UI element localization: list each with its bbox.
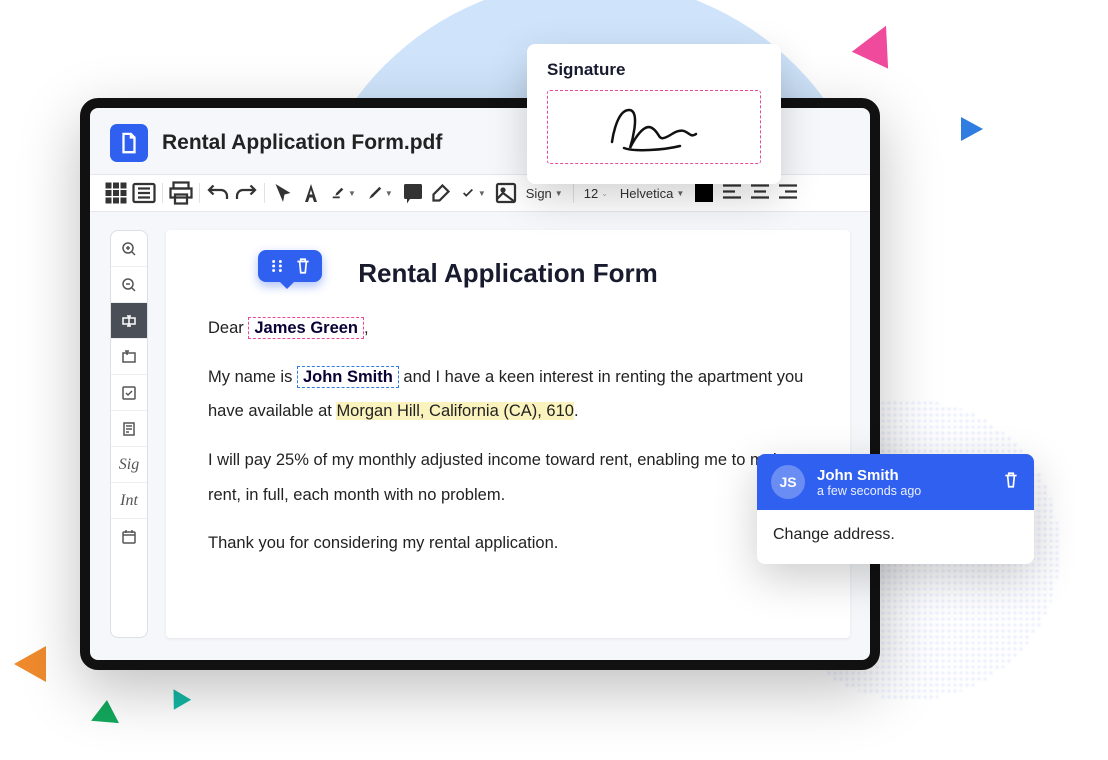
sign-dropdown[interactable]: Sign▼: [522, 186, 567, 201]
intro-end: .: [574, 402, 579, 420]
document-page[interactable]: Rental Application Form Dear James Green…: [166, 230, 850, 638]
delete-icon[interactable]: [294, 257, 312, 275]
text-icon[interactable]: [299, 181, 323, 205]
text-field-tool[interactable]: [111, 303, 147, 339]
decoration-triangle: [961, 117, 983, 141]
comment-timestamp: a few seconds ago: [817, 484, 990, 498]
print-icon[interactable]: [169, 181, 193, 205]
font-family-dropdown[interactable]: Helvetica▼: [616, 186, 688, 201]
check-dropdown[interactable]: ▼: [457, 186, 490, 200]
font-size-value: 12: [584, 186, 598, 201]
avatar: JS: [771, 465, 805, 499]
sender-field[interactable]: John Smith: [297, 366, 399, 388]
decoration-triangle: [14, 646, 46, 682]
decoration-triangle: [852, 17, 904, 68]
initials-tool[interactable]: Int: [111, 483, 147, 519]
document-filename: Rental Application Form.pdf: [162, 131, 442, 155]
signature-field[interactable]: [547, 90, 761, 164]
greeting-text: Dear: [208, 319, 244, 337]
decoration-triangle: [165, 684, 191, 710]
eraser-icon[interactable]: [429, 181, 453, 205]
decoration-triangle: [91, 699, 121, 723]
redo-icon[interactable]: [234, 181, 258, 205]
recipient-field[interactable]: James Green: [248, 317, 364, 339]
zoom-out-icon[interactable]: [111, 267, 147, 303]
comment-card: JS John Smith a few seconds ago Change a…: [757, 454, 1034, 564]
font-family-value: Helvetica: [620, 186, 673, 201]
content-area: Sig Int Rental Application Form Dear Jam…: [90, 212, 870, 656]
side-toolbar: Sig Int: [110, 230, 148, 638]
signature-tool[interactable]: Sig: [111, 447, 147, 483]
signature-card: Signature: [527, 44, 781, 184]
checkbox-tool[interactable]: [111, 375, 147, 411]
date-tool[interactable]: [111, 519, 147, 555]
view-panel-icon[interactable]: [132, 181, 156, 205]
comment-header: JS John Smith a few seconds ago: [757, 454, 1034, 510]
form-tool[interactable]: [111, 411, 147, 447]
separator: [199, 183, 200, 203]
pen-dropdown[interactable]: ▼: [364, 186, 397, 200]
paragraph-3: Thank you for considering my rental appl…: [208, 526, 808, 561]
align-left-icon[interactable]: [720, 181, 744, 205]
image-icon[interactable]: [494, 181, 518, 205]
app-logo: [110, 124, 148, 162]
separator: [162, 183, 163, 203]
delete-comment-button[interactable]: [1002, 471, 1020, 494]
sign-label: Sign: [526, 186, 552, 201]
document-body: Dear James Green, My name is John Smith …: [208, 311, 808, 561]
note-icon[interactable]: [401, 181, 425, 205]
field-edit-bubble[interactable]: [258, 250, 322, 282]
highlighter-dropdown[interactable]: ▼: [327, 186, 360, 200]
address-highlight[interactable]: Morgan Hill, California (CA), 610: [336, 402, 574, 420]
paragraph-2: I will pay 25% of my monthly adjusted in…: [208, 443, 808, 512]
comment-text: Change address.: [757, 510, 1034, 564]
align-center-icon[interactable]: [748, 181, 772, 205]
text-color-swatch[interactable]: [692, 181, 716, 205]
font-size-dropdown[interactable]: 12⌄: [580, 186, 612, 201]
separator: [264, 183, 265, 203]
separator: [573, 183, 574, 203]
comment-author: John Smith: [817, 467, 990, 484]
undo-icon[interactable]: [206, 181, 230, 205]
signature-glyph: [594, 100, 714, 155]
signature-label: Signature: [547, 60, 761, 80]
zoom-in-icon[interactable]: [111, 231, 147, 267]
drag-handle-icon[interactable]: [268, 257, 286, 275]
text-box-tool[interactable]: [111, 339, 147, 375]
intro-text: My name is: [208, 368, 292, 386]
cursor-icon[interactable]: [271, 181, 295, 205]
greeting-comma: ,: [364, 319, 369, 337]
view-grid-icon[interactable]: [104, 181, 128, 205]
align-right-icon[interactable]: [776, 181, 800, 205]
trash-icon: [1002, 471, 1020, 489]
